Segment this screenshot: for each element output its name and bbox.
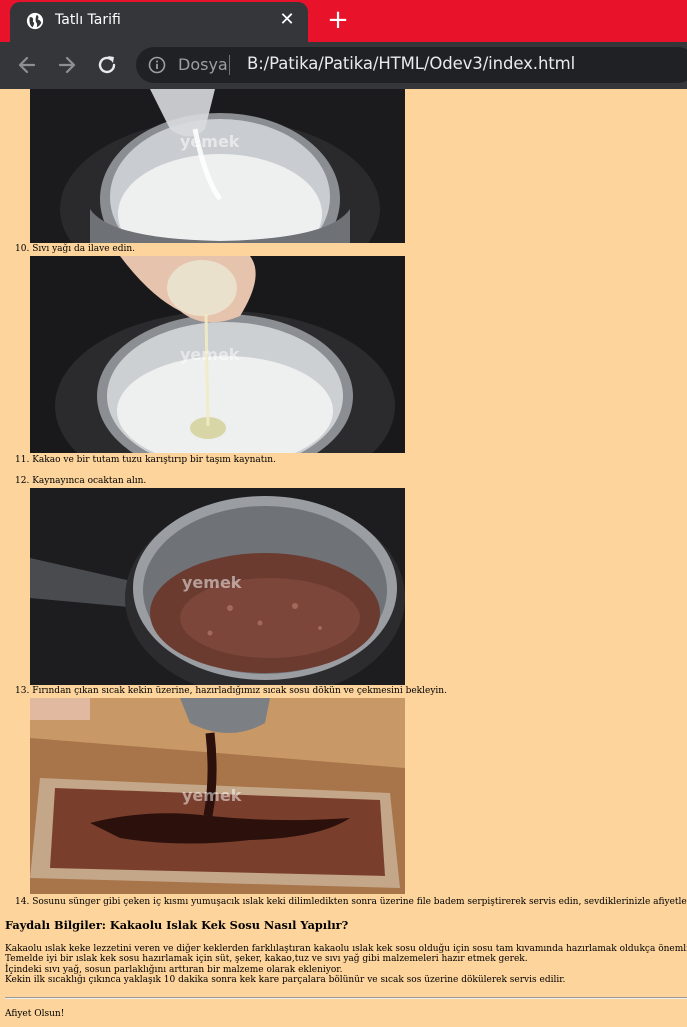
svg-text:yemek: yemek <box>182 573 242 592</box>
list-item: 11. Kakao ve bir tutam tuzu karıştırıp b… <box>15 455 276 465</box>
tips-heading: Faydalı Bilgiler: Kakaolu Islak Kek Sosu… <box>5 918 349 932</box>
tab-strip: Tatlı Tarifi ✕ + <box>0 0 687 42</box>
step-image-sauce-cake: yemek <box>30 698 405 894</box>
forward-arrow-icon[interactable] <box>56 54 78 76</box>
list-item: 10. Sıvı yağı da ilave edin. <box>15 244 136 254</box>
tab-title: Tatlı Tarifi <box>55 12 121 28</box>
svg-text:yemek: yemek <box>180 345 240 364</box>
browser-tab[interactable]: Tatlı Tarifi ✕ <box>10 2 308 42</box>
url-text[interactable]: B:/Patika/Patika/HTML/Odev3/index.html <box>247 54 575 73</box>
list-item: 12. Kaynayınca ocaktan alın. <box>15 476 147 486</box>
browser-toolbar: Dosya B:/Patika/Patika/HTML/Odev3/index.… <box>0 42 687 89</box>
divider <box>5 997 687 999</box>
list-item: 13. Fırından çıkan sıcak kekin üzerine, … <box>15 686 447 696</box>
page-content: yemek 10. Sıvı yağı da ilave edin. yemek… <box>0 89 687 1027</box>
svg-text:yemek: yemek <box>182 786 242 805</box>
list-item: 14. Sosunu sünger gibi çeken iç kısmı yu… <box>15 897 687 907</box>
reload-icon[interactable] <box>96 54 118 76</box>
step-image-cocoa-boil: yemek <box>30 488 405 685</box>
close-icon[interactable]: ✕ <box>276 9 298 31</box>
new-tab-button[interactable]: + <box>326 7 350 33</box>
address-bar[interactable]: Dosya B:/Patika/Patika/HTML/Odev3/index.… <box>136 47 687 83</box>
step-image-milk-sugar: yemek <box>30 89 405 243</box>
step-image-oil: yemek <box>30 256 405 453</box>
url-separator <box>229 55 230 75</box>
back-arrow-icon[interactable] <box>16 54 38 76</box>
tips-paragraph: Kakaolu ıslak keke lezzetini veren ve di… <box>5 944 687 986</box>
globe-icon <box>26 12 44 30</box>
info-icon[interactable] <box>148 56 166 74</box>
footer-text: Afiyet Olsun! <box>5 1009 65 1019</box>
url-scheme-label: Dosya <box>178 55 228 74</box>
svg-text:yemek: yemek <box>180 132 240 151</box>
